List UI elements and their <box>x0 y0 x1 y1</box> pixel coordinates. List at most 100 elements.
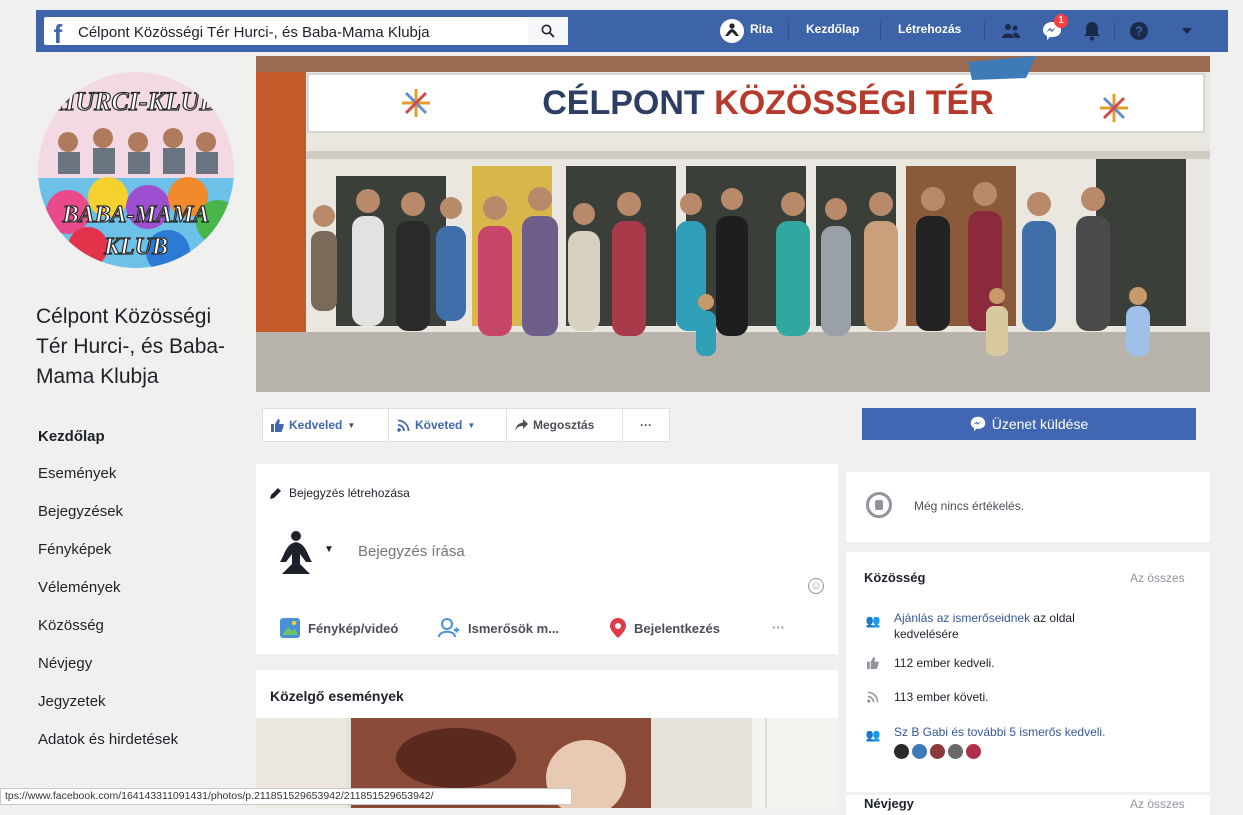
send-message-button[interactable]: Üzenet küldése <box>862 408 1196 440</box>
invite-friends-rest2: kedvelésére <box>894 627 959 641</box>
like-label: Kedveled <box>289 418 343 432</box>
about-see-all-link[interactable]: Az összes <box>1130 797 1185 811</box>
bell-icon[interactable] <box>1081 20 1103 42</box>
upcoming-events-title: Közelgő események <box>270 688 404 704</box>
rating-icon <box>866 492 892 518</box>
svg-text:?: ? <box>1135 24 1143 39</box>
page-title[interactable]: Célpont Közösségi Tér Hurci-, és Baba-Ma… <box>36 302 246 392</box>
nav-divider <box>880 22 881 40</box>
invite-friends-rest: az oldal <box>1030 611 1075 625</box>
share-button[interactable]: Megosztás <box>507 409 623 441</box>
cover-banner-part1: CÉLPONT <box>542 84 714 122</box>
status-url-bar: tps://www.facebook.com/164143311091431/p… <box>0 788 572 805</box>
tag-friends-label: Ismerősök m... <box>468 620 560 636</box>
follows-count-text: 113 ember követi. <box>894 690 989 704</box>
pencil-icon <box>270 488 281 499</box>
location-pin-icon <box>610 618 626 638</box>
chevron-down-icon: ▼ <box>347 420 356 430</box>
cover-photo[interactable]: CÉLPONT KÖZÖSSÉGI TÉR <box>256 56 1210 392</box>
create-post-tab[interactable]: Bejegyzés létrehozása <box>270 486 410 500</box>
messenger-badge: 1 <box>1054 14 1068 28</box>
likes-count-text: 112 ember kedveli. <box>894 656 995 670</box>
post-composer: Bejegyzés létrehozása ▼ ☺ Fénykép/videó … <box>256 464 838 654</box>
follow-label: Követed <box>415 418 463 432</box>
sidebar-item-community[interactable]: Közösség <box>38 617 104 634</box>
nav-divider <box>788 22 789 40</box>
friends-like-text: Sz B Gabi és további 5 ismerős kedveli. <box>894 724 1105 740</box>
share-label: Megosztás <box>533 418 595 432</box>
share-arrow-icon <box>515 419 528 431</box>
profile-link[interactable]: Rita <box>750 22 773 36</box>
send-message-label: Üzenet küldése <box>991 416 1089 432</box>
friend-avatar[interactable] <box>930 744 945 759</box>
sidebar-item-photos[interactable]: Fényképek <box>38 541 111 558</box>
avatar-bottom-text-2: KLUB <box>103 234 168 260</box>
thumbs-up-icon <box>271 418 284 432</box>
sidebar-item-posts[interactable]: Bejegyzések <box>38 503 123 520</box>
photo-icon <box>280 618 300 638</box>
check-in-label: Bejelentkezés <box>634 620 720 636</box>
no-rating-text: Még nincs értékelés. <box>914 499 1025 513</box>
tag-friends-button[interactable]: Ismerősök m... <box>438 618 559 638</box>
post-text-input[interactable] <box>356 538 760 564</box>
more-actions-button[interactable]: ··· <box>623 409 669 441</box>
page-action-bar: Kedveled ▼ Követed ▼ Megosztás ··· <box>262 408 670 442</box>
friends-like-icon: 👥 <box>865 728 881 742</box>
page-profile-picture[interactable]: HURCI-KLUB BABA-MAMA KLUB <box>38 72 234 268</box>
photo-video-label: Fénykép/videó <box>308 620 399 636</box>
cover-banner-text: CÉLPONT KÖZÖSSÉGI TÉR <box>542 84 994 122</box>
composer-more-button[interactable]: ··· <box>772 620 785 635</box>
like-button[interactable]: Kedveled ▼ <box>263 409 389 441</box>
invite-friends-icon: 👥 <box>865 614 881 628</box>
search-box <box>68 17 568 45</box>
friend-avatar[interactable] <box>912 744 927 759</box>
dropdown-icon[interactable] <box>1176 20 1198 42</box>
rss-follow-icon <box>866 690 880 704</box>
friends-icon[interactable] <box>1000 20 1022 42</box>
friends-like-link[interactable]: Sz B Gabi és további 5 ismerős kedveli. <box>894 725 1105 739</box>
invite-friends-text: Ajánlás az ismerőseidnek az oldal kedvelé… <box>894 610 1174 642</box>
photo-video-button[interactable]: Fénykép/videó <box>280 618 398 638</box>
friend-avatar[interactable] <box>894 744 909 759</box>
friend-avatar[interactable] <box>948 744 963 759</box>
home-link[interactable]: Kezdőlap <box>806 22 859 36</box>
check-in-button[interactable]: Bejelentkezés <box>610 618 720 638</box>
follow-button[interactable]: Követed ▼ <box>389 409 507 441</box>
nav-divider <box>1114 22 1115 40</box>
sidebar-item-events[interactable]: Események <box>38 465 116 482</box>
emoji-icon[interactable]: ☺ <box>808 578 824 594</box>
invite-friends-link[interactable]: Ajánlás az ismerőseidnek <box>894 611 1030 625</box>
search-input[interactable] <box>76 21 530 43</box>
about-card: Névjegy Az összes <box>846 795 1210 815</box>
sidebar-item-notes[interactable]: Jegyzetek <box>38 693 106 710</box>
user-avatar-icon[interactable] <box>720 19 744 43</box>
about-title: Névjegy <box>864 796 914 811</box>
sidebar-item-info-and-ads[interactable]: Adatok és hirdetések <box>38 731 178 748</box>
rss-follow-icon <box>397 419 410 432</box>
cover-banner-part2: KÖZÖSSÉGI TÉR <box>714 84 994 122</box>
community-see-all-link[interactable]: Az összes <box>1130 571 1185 585</box>
audience-dropdown-icon[interactable]: ▼ <box>324 544 334 555</box>
sidebar-item-reviews[interactable]: Vélemények <box>38 579 121 596</box>
upcoming-events-card: Közelgő események <box>256 670 838 808</box>
messenger-icon <box>970 416 985 432</box>
chevron-down-icon: ▼ <box>467 420 476 430</box>
avatar-bottom-text-1: BABA-MAMA <box>62 202 210 228</box>
nav-divider <box>984 22 985 40</box>
tag-friends-icon <box>438 618 459 638</box>
rating-card: Még nincs értékelés. <box>846 472 1210 542</box>
create-post-label: Bejegyzés létrehozása <box>289 486 410 500</box>
sidebar-item-about[interactable]: Névjegy <box>38 655 92 672</box>
avatar-top-text: HURCI-KLUB <box>54 87 217 116</box>
composer-avatar-icon[interactable] <box>278 530 314 581</box>
create-link[interactable]: Létrehozás <box>898 22 961 36</box>
search-icon <box>541 24 555 38</box>
friend-avatar[interactable] <box>966 744 981 759</box>
community-title: Közösség <box>864 570 926 585</box>
friend-avatars-row <box>894 744 981 759</box>
thumbs-up-icon <box>866 656 880 670</box>
top-navigation-bar: f Rita Kezdőlap Létrehozás 1 ? <box>36 10 1228 52</box>
sidebar-item-home[interactable]: Kezdőlap <box>38 428 105 445</box>
search-button[interactable] <box>528 17 568 45</box>
help-icon[interactable]: ? <box>1128 20 1150 42</box>
